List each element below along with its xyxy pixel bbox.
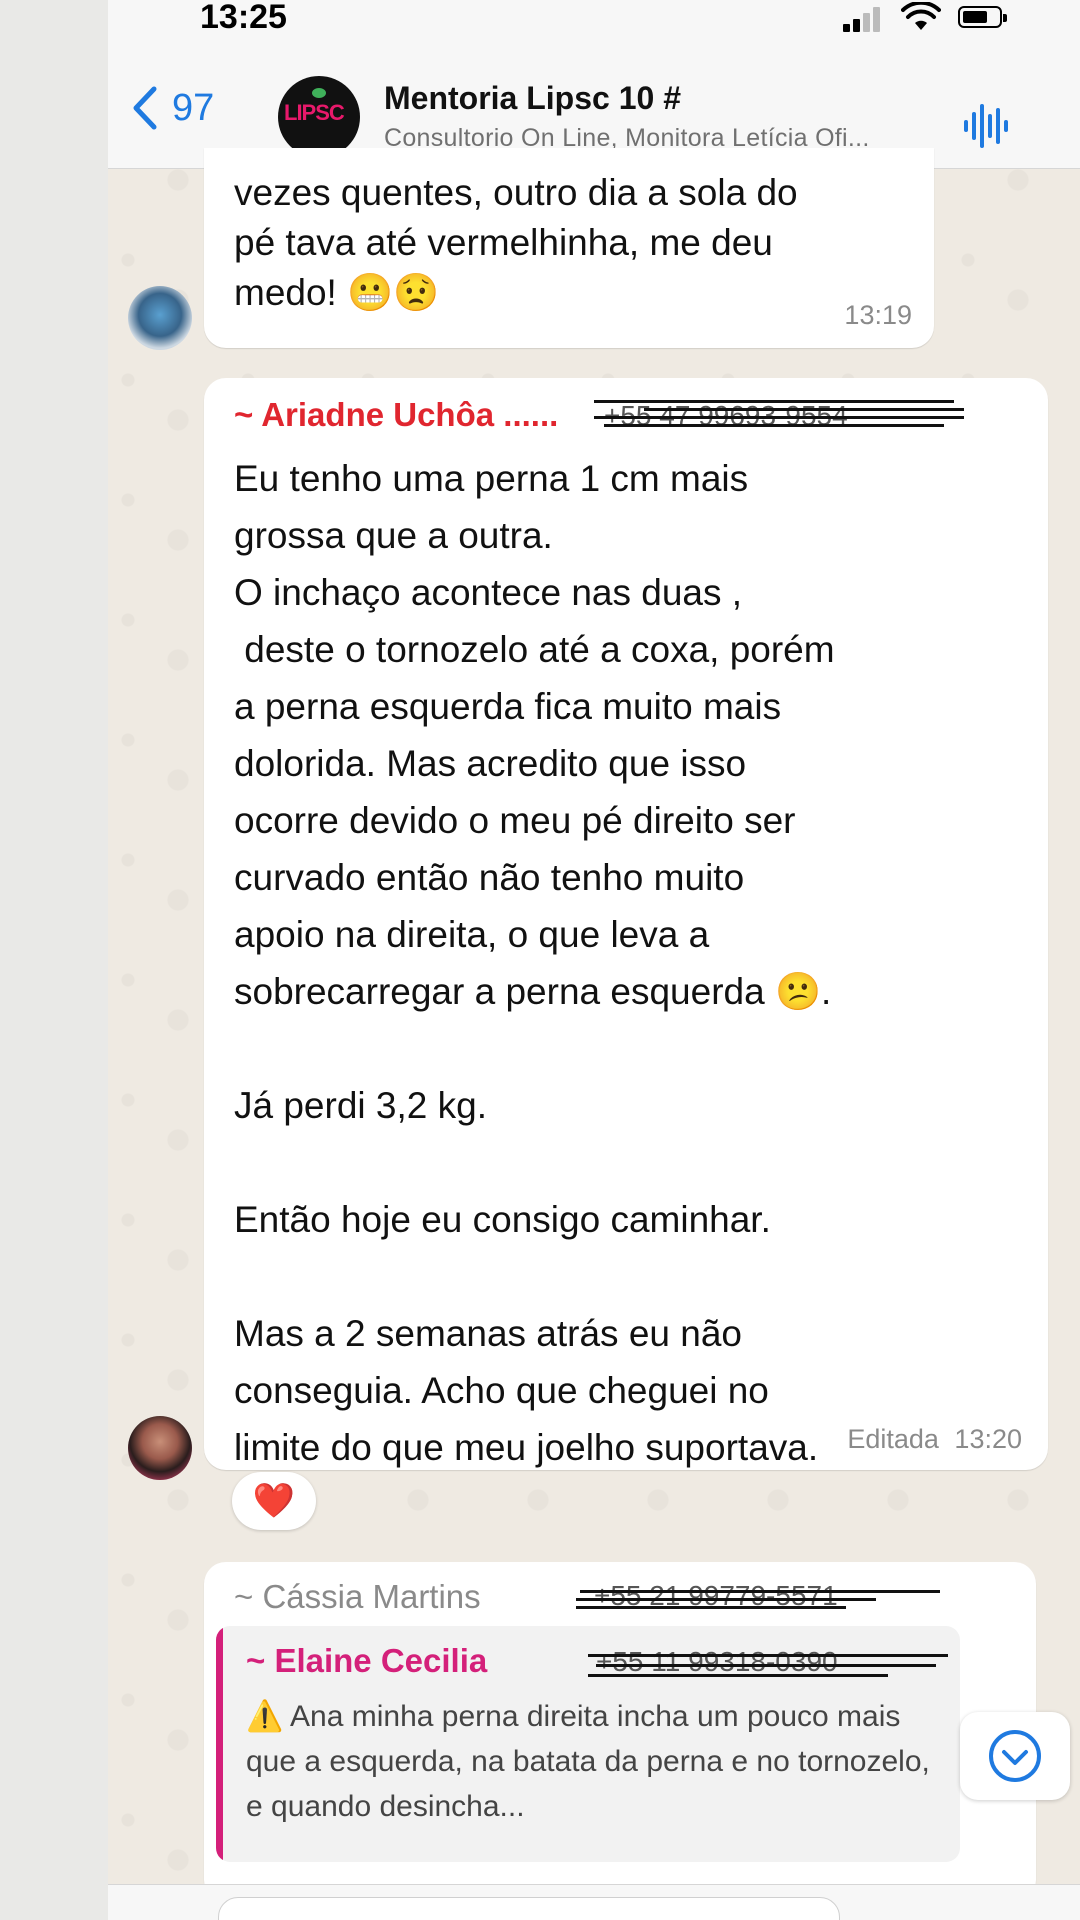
wifi-icon: [901, 2, 941, 30]
quote-accent-bar: [216, 1626, 223, 1862]
redaction-mark: [588, 1654, 948, 1657]
chat-title[interactable]: Mentoria Lipsc 10 #: [384, 80, 681, 117]
redaction-mark: [644, 408, 964, 411]
message-meta: Editada 13:20: [847, 1424, 1022, 1455]
logo-leaf-icon: [312, 88, 326, 98]
message-input[interactable]: [218, 1897, 840, 1920]
chevron-left-icon: [133, 86, 157, 130]
chevron-down-circle-icon: [989, 1730, 1041, 1782]
unread-count: 97: [172, 86, 215, 129]
redaction-mark: [576, 1598, 876, 1601]
redaction-mark: [604, 424, 944, 427]
message-sender[interactable]: ~ Ariadne Uchôa ......: [234, 396, 558, 434]
edited-label: Editada: [847, 1424, 939, 1454]
redaction-mark: [588, 1674, 888, 1677]
redaction-mark: [594, 416, 964, 419]
redaction-mark: [596, 1664, 936, 1667]
audio-wave-icon[interactable]: [964, 102, 1010, 150]
chat-screen: 13:25 97 LIPSC Mentoria Lipsc 10 # Consu…: [108, 0, 1080, 1920]
message-time: 13:19: [844, 300, 912, 330]
redaction-mark: [576, 1606, 846, 1609]
message-text: Eu tenho uma perna 1 cm mais grossa que …: [234, 458, 835, 1468]
message-bubble[interactable]: ~ Cássia Martins +55 21 99779-5571 ~ Ela…: [204, 1562, 1036, 1902]
group-logo-text: LIPSC: [284, 100, 345, 125]
message-time: 13:20: [954, 1424, 1022, 1454]
sender-avatar[interactable]: [128, 1416, 192, 1480]
scroll-to-bottom-button[interactable]: [960, 1712, 1070, 1800]
message-bubble[interactable]: vezes quentes, outro dia a sola do pé ta…: [204, 148, 934, 348]
sender-avatar[interactable]: [128, 286, 192, 350]
message-bubble[interactable]: ~ Ariadne Uchôa ...... +55 47 99693-9554…: [204, 378, 1048, 1470]
message-input-bar[interactable]: [108, 1884, 1080, 1920]
message-text: vezes quentes, outro dia a sola do pé ta…: [234, 172, 798, 313]
group-avatar[interactable]: LIPSC: [278, 76, 360, 158]
message-sender[interactable]: ~ Cássia Martins: [234, 1578, 481, 1616]
quoted-text: ⚠️ Ana minha perna direita incha um pouc…: [246, 1700, 930, 1823]
redaction-mark: [594, 400, 954, 403]
reaction-badge[interactable]: ❤️: [232, 1472, 316, 1530]
quoted-message[interactable]: ~ Elaine Cecilia +55 11 99318-0390 ⚠️ An…: [216, 1626, 960, 1862]
status-time: 13:25: [200, 0, 287, 36]
status-bar: 13:25: [108, 0, 1080, 40]
back-button[interactable]: 97: [132, 86, 214, 130]
battery-icon: [958, 6, 1007, 28]
heart-icon: ❤️: [252, 1482, 296, 1520]
redaction-mark: [580, 1590, 940, 1593]
quoted-sender: ~ Elaine Cecilia: [246, 1642, 488, 1679]
signal-icon: [843, 6, 883, 32]
